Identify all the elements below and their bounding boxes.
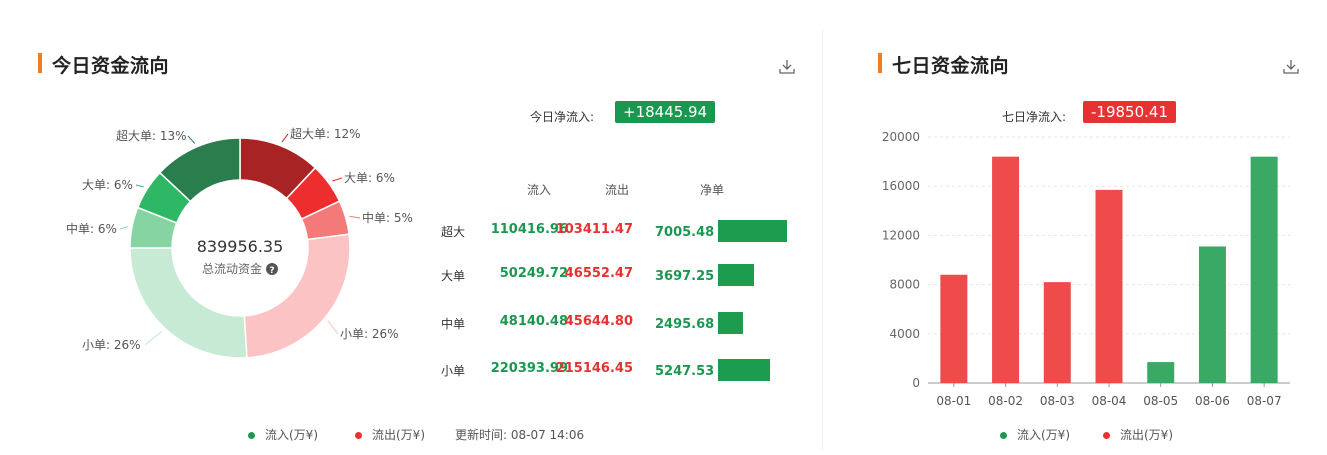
y-tick-label: 8000: [889, 278, 920, 292]
x-tick-label: 08-02: [988, 394, 1023, 408]
donut-leader-line: [332, 177, 343, 182]
x-tick-label: 08-05: [1143, 394, 1178, 408]
net-bar: [718, 359, 770, 381]
x-tick-label: 08-04: [1092, 394, 1127, 408]
legend-outflow-label: 流出(万¥): [372, 428, 425, 442]
donut-leader-line: [349, 215, 361, 219]
donut-chart: 超大单: 12% 大单: 6% 中单: 5% 小单: 26% 小单: 26% 中单: 6%…: [66, 126, 413, 359]
legend-inflow: 流入(万¥): [1000, 426, 1070, 443]
center-value: 839956.35: [197, 237, 284, 256]
seven-net-value: -19850.41: [1083, 101, 1176, 123]
row-net: 3697.25: [655, 269, 715, 284]
donut-leader-line: [327, 320, 339, 335]
legend-outflow-label: 流出(万¥): [1120, 428, 1173, 442]
x-tick-label: 08-03: [1040, 394, 1075, 408]
outflow-dot: [1103, 432, 1110, 439]
outflow-dot: [355, 432, 362, 439]
y-tick-label: 16000: [882, 179, 920, 193]
donut-leader-line: [119, 226, 129, 230]
bar-08-01: [940, 274, 968, 383]
net-bar: [718, 220, 787, 242]
donut-leader-line: [135, 184, 144, 188]
row-label: 小单: [441, 364, 466, 378]
row-outflow: 45644.80: [564, 314, 633, 329]
y-tick-label: 12000: [882, 228, 920, 242]
download-icon[interactable]: [778, 58, 796, 76]
title-accent: [38, 53, 42, 73]
center-label: 总流动资金: [202, 261, 262, 276]
bar-08-03: [1043, 282, 1071, 383]
donut-slice-label: 小单: 26%: [82, 338, 141, 352]
row-label: 大单: [441, 269, 466, 283]
donut-leader-line: [281, 133, 289, 143]
legend-outflow: 流出(万¥): [1103, 426, 1173, 443]
donut-slice-label: 小单: 26%: [340, 327, 399, 341]
y-tick-label: 0: [912, 376, 920, 390]
x-tick-label: 08-07: [1247, 394, 1282, 408]
row-label: 中单: [441, 317, 466, 331]
row-outflow: 103411.47: [555, 222, 633, 237]
today-flow-panel: 今日资金流向 今日净流入: +18445.94 超大单: 12% 大单: 6% 中单…: [0, 0, 822, 455]
donut-slice-label: 超大单: 12%: [290, 126, 361, 141]
header-inflow: 流入: [527, 183, 552, 197]
donut-slice-label: 超大单: 13%: [116, 128, 187, 143]
download-icon[interactable]: [1282, 58, 1300, 76]
x-tick-label: 08-01: [936, 394, 971, 408]
today-net-label: 今日净流入:: [530, 110, 595, 124]
inflow-dot: [1000, 432, 1007, 439]
net-bar: [718, 312, 743, 334]
bar-08-04: [1095, 189, 1123, 383]
row-net: 7005.48: [655, 225, 715, 240]
x-tick-label: 08-06: [1195, 394, 1230, 408]
inflow-dot: [248, 432, 255, 439]
net-bar: [718, 264, 755, 286]
y-tick-label: 20000: [882, 130, 920, 144]
donut-slice-label: 大单: 6%: [344, 171, 395, 185]
legend-outflow: 流出(万¥): [355, 426, 425, 443]
donut-slice-label: 大单: 6%: [82, 178, 133, 192]
row-outflow: 215146.45: [555, 361, 633, 376]
row-outflow: 46552.47: [564, 266, 633, 281]
seven-net-label: 七日净流入:: [1002, 110, 1067, 124]
seven-day-title: 七日资金流向: [892, 55, 1010, 77]
update-time: 更新时间: 08-07 14:06: [455, 428, 585, 442]
seven-day-bar-chart: 0 4000 8000 12000 16000 20000 08-01 08-02 08-03 0…: [882, 130, 1290, 408]
donut-slice-label: 中单: 6%: [66, 221, 117, 236]
bar-08-07: [1250, 156, 1278, 383]
bar-08-05: [1147, 362, 1175, 383]
bar-08-06: [1198, 246, 1226, 383]
row-net: 2495.68: [655, 317, 715, 332]
row-net: 5247.53: [655, 364, 715, 379]
bar-08-02: [992, 156, 1020, 383]
donut-leader-line: [187, 135, 196, 144]
donut-leader-line: [144, 330, 163, 346]
legend-inflow-label: 流入(万¥): [265, 428, 318, 442]
header-net: 净单: [700, 183, 725, 197]
header-outflow: 流出: [605, 183, 630, 197]
title-accent: [878, 53, 882, 73]
y-tick-label: 4000: [889, 327, 920, 341]
seven-day-panel: 七日资金流向 七日净流入: -19850.41 0 4000 8000 12000 16…: [850, 0, 1327, 455]
donut-slice-label: 中单: 5%: [362, 210, 413, 225]
help-icon-glyph: ?: [269, 266, 274, 276]
today-title: 今日资金流向: [52, 55, 170, 77]
row-label: 超大: [441, 225, 466, 239]
legend-inflow-label: 流入(万¥): [1017, 428, 1070, 442]
legend-inflow: 流入(万¥): [248, 426, 318, 443]
today-net-value: +18445.94: [615, 101, 716, 123]
panel-divider: [822, 30, 823, 450]
